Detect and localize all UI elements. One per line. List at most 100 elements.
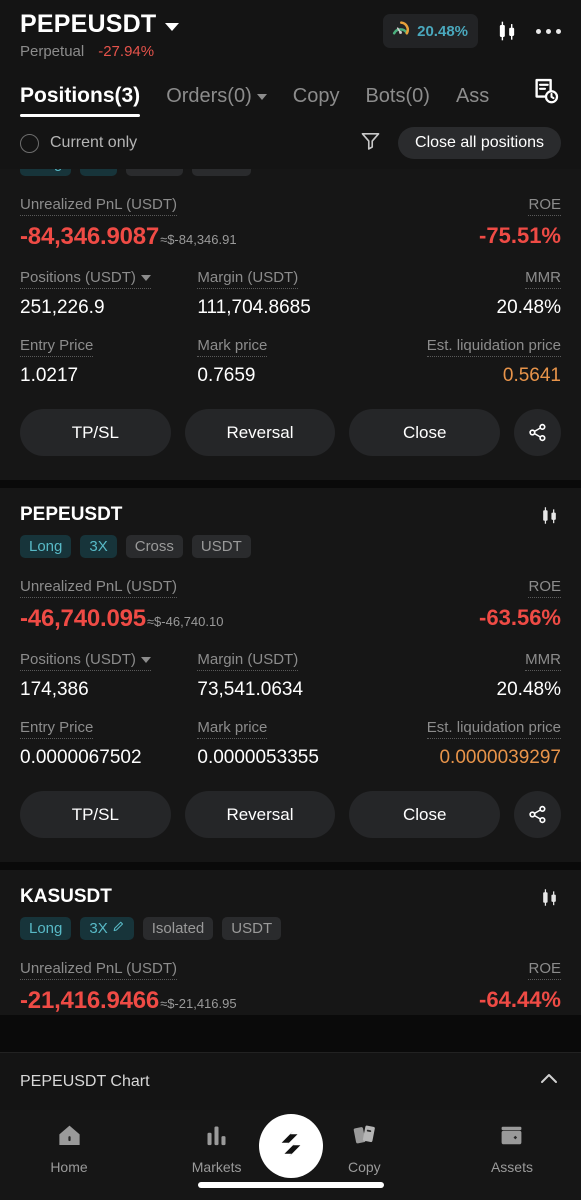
margin-value: 73,541.0634	[197, 679, 304, 700]
nav-item-assets[interactable]: Assets	[473, 1122, 551, 1175]
candlestick-chart-icon[interactable]	[494, 18, 520, 44]
trade-center-button[interactable]	[258, 1114, 323, 1178]
filter-funnel-icon[interactable]	[359, 129, 382, 157]
entry-price-label: Entry Price	[20, 337, 94, 357]
unrealized-pnl-approx: ≈$-84,346.91	[160, 232, 237, 247]
tag-leverage[interactable]: 3X	[80, 169, 117, 176]
tpsl-button[interactable]: TP/SL	[20, 791, 171, 838]
mmr-value: 20.48%	[496, 297, 561, 318]
unrealized-pnl-label: Unrealized PnL (USDT)	[20, 578, 177, 598]
share-button[interactable]	[514, 791, 562, 838]
tag-side: Long	[20, 917, 72, 940]
chevron-down-icon	[140, 656, 151, 663]
home-icon	[56, 1122, 83, 1154]
current-only-toggle[interactable]: Current only	[20, 133, 138, 153]
chart-collapse-bar[interactable]: PEPEUSDT Chart	[0, 1052, 581, 1110]
tag-side: Long	[20, 535, 72, 558]
unrealized-pnl-value: -84,346.9087	[20, 223, 160, 250]
positions-size-value: 174,386	[20, 679, 89, 700]
position-card[interactable]: Long 3X Cross USDT Unrealized PnL (USDT)…	[0, 169, 581, 480]
unrealized-pnl-approx: ≈$-46,740.10	[146, 614, 224, 629]
reversal-button[interactable]: Reversal	[184, 409, 336, 456]
roe-label: ROE	[528, 960, 561, 980]
nav-item-assets-label: Assets	[490, 1159, 533, 1175]
roe-value: -75.51%	[479, 223, 561, 248]
close-position-button[interactable]: Close	[349, 791, 501, 838]
position-tags: Long 3X Isolated USDT	[20, 917, 282, 940]
liq-price-label: Est. liquidation price	[426, 337, 561, 357]
liq-price-label: Est. liquidation price	[426, 719, 561, 739]
roe-label: ROE	[528, 196, 561, 216]
nav-item-copy[interactable]: Copy	[325, 1122, 403, 1175]
gauge-icon	[391, 19, 410, 43]
candlestick-chart-icon[interactable]	[538, 504, 561, 532]
positions-list[interactable]: Long 3X Cross USDT Unrealized PnL (USDT)…	[0, 169, 581, 1052]
tab-orders[interactable]: Orders(0)	[166, 85, 267, 117]
share-button[interactable]	[514, 409, 562, 456]
position-actions: TP/SL Reversal Close	[20, 769, 562, 862]
tab-orders-label: Orders(0)	[166, 85, 252, 107]
order-history-icon[interactable]	[531, 76, 561, 117]
roe-value: -63.56%	[479, 605, 561, 630]
candlestick-chart-icon[interactable]	[538, 886, 561, 914]
liq-price-value: 0.5641	[502, 365, 561, 386]
price-change-pct: -27.94%	[98, 43, 155, 60]
position-card[interactable]: PEPEUSDT Long 3X Cross USDT Unrealized P…	[0, 488, 581, 862]
tab-positions[interactable]: Positions(3)	[20, 84, 141, 117]
margin-label: Margin (USDT)	[197, 269, 299, 289]
mmr-label: MMR	[525, 651, 561, 671]
home-indicator	[197, 1182, 384, 1188]
chevron-up-icon[interactable]	[537, 1067, 561, 1096]
tab-bots[interactable]: Bots(0)	[365, 85, 429, 117]
mark-price-label: Mark price	[197, 337, 268, 357]
nav-item-home-label: Home	[50, 1159, 88, 1175]
mmr-value: 20.48%	[496, 679, 561, 700]
bitget-logo-icon	[274, 1127, 308, 1166]
close-all-positions-button[interactable]: Close all positions	[398, 127, 561, 159]
tag-leverage[interactable]: 3X	[80, 535, 117, 558]
page-title: PEPEUSDT	[20, 10, 157, 38]
mark-price-value: 0.0000053355	[197, 747, 319, 768]
entry-price-value: 1.0217	[20, 365, 79, 386]
positions-size-label[interactable]: Positions (USDT)	[20, 651, 151, 671]
bar-chart-icon	[203, 1122, 230, 1154]
close-position-button[interactable]: Close	[349, 409, 501, 456]
mmr-label: MMR	[525, 269, 561, 289]
mark-price-value: 0.7659	[197, 365, 256, 386]
position-card[interactable]: KASUSDT Long 3X Isolated USDT Unrealized…	[0, 870, 581, 1015]
copy-trading-icon	[351, 1122, 378, 1154]
app-header: PEPEUSDT Perpetual -27.94% 20.48%	[0, 0, 581, 64]
chevron-down-icon	[256, 93, 267, 100]
chevron-down-icon	[165, 22, 180, 31]
position-tags: Long 3X Cross USDT	[20, 169, 561, 176]
more-options-icon[interactable]	[536, 28, 561, 34]
app-screen: PEPEUSDT Perpetual -27.94% 20.48% Positi…	[0, 0, 581, 1200]
tag-currency: USDT	[191, 535, 251, 558]
margin-value: 111,704.8685	[197, 297, 311, 318]
mmr-badge[interactable]: 20.48%	[383, 14, 478, 48]
unrealized-pnl-value: -46,740.095	[20, 605, 146, 632]
current-only-label: Current only	[50, 134, 138, 151]
tag-currency: USDT	[191, 169, 251, 176]
tag-leverage[interactable]: 3X	[80, 917, 134, 940]
nav-item-markets-label: Markets	[191, 1159, 242, 1175]
tab-positions-label: Positions(3)	[20, 84, 141, 107]
tag-side: Long	[20, 169, 72, 176]
tab-copy-label: Copy	[292, 85, 340, 107]
position-actions: TP/SL Reversal Close	[20, 387, 562, 480]
share-icon	[529, 423, 546, 442]
tab-copy[interactable]: Copy	[293, 85, 340, 117]
roe-label: ROE	[528, 578, 561, 598]
reversal-button[interactable]: Reversal	[184, 791, 336, 838]
chart-bar-label: PEPEUSDT Chart	[20, 1072, 150, 1090]
position-symbol: PEPEUSDT	[20, 504, 123, 525]
nav-item-markets[interactable]: Markets	[178, 1122, 256, 1175]
chevron-down-icon	[140, 274, 151, 281]
unrealized-pnl-approx: ≈$-21,416.95	[160, 996, 237, 1011]
symbol-selector[interactable]: PEPEUSDT	[20, 10, 180, 39]
nav-item-home[interactable]: Home	[30, 1122, 108, 1175]
bottom-nav: Home Markets Copy Assets	[0, 1110, 581, 1182]
tpsl-button[interactable]: TP/SL	[20, 409, 171, 456]
tab-assets[interactable]: Ass	[456, 85, 489, 117]
positions-size-label[interactable]: Positions (USDT)	[20, 269, 151, 289]
